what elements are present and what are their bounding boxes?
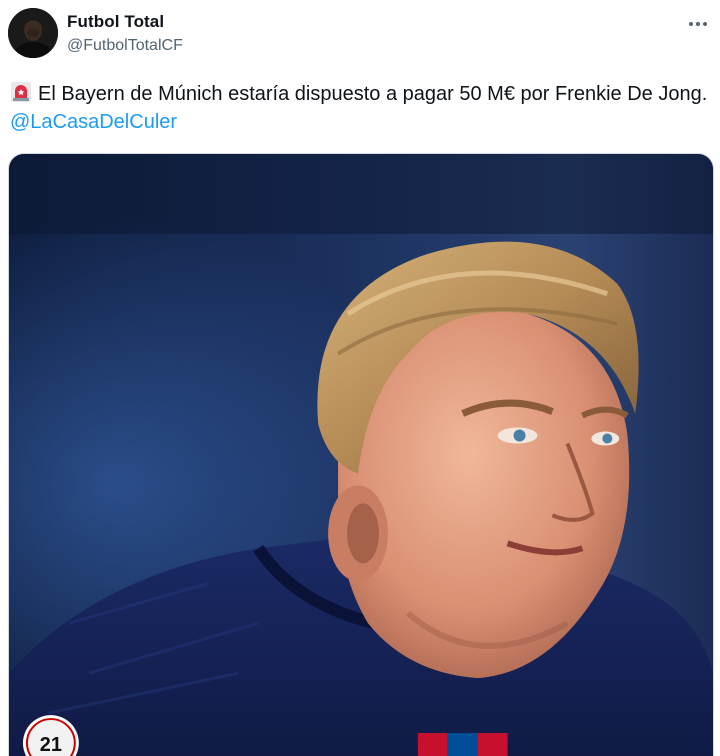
tweet-text: El Bayern de Múnich estaría dispuesto a …: [10, 80, 710, 136]
author-handle[interactable]: @FutbolTotalCF: [67, 37, 183, 55]
author-avatar[interactable]: [8, 8, 58, 58]
more-dots-icon: [689, 22, 707, 26]
tweet-body: El Bayern de Múnich estaría dispuesto a …: [38, 83, 708, 105]
mention-link[interactable]: @LaCasaDelCuler: [10, 111, 177, 133]
more-options-button[interactable]: [684, 10, 712, 38]
tweet: Futbol Total @FutbolTotalCF El Bayern de…: [0, 0, 720, 756]
jersey-number: 21: [40, 734, 62, 756]
rotating-light-icon: [11, 82, 31, 102]
player-photo: 21: [9, 154, 713, 756]
avatar-image: [8, 8, 58, 58]
author-name[interactable]: Futbol Total: [67, 12, 164, 32]
tweet-photo[interactable]: 21: [8, 153, 714, 756]
